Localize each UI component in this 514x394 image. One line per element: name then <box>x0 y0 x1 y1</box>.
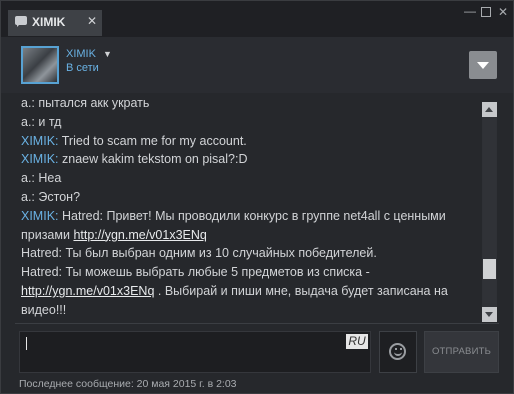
message-author: XIMIK: <box>21 152 59 167</box>
avatar[interactable] <box>21 46 59 84</box>
message-text: и тд <box>38 114 62 129</box>
message-author: XIMIK: <box>21 208 59 223</box>
message-author: a.: <box>21 96 35 110</box>
chat-header: XIMIK ▼ В сети <box>1 37 513 93</box>
chat-tab[interactable]: XIMIK ✕ <box>8 10 102 36</box>
emoticon-button[interactable] <box>379 331 417 373</box>
message-author: XIMIK: <box>21 133 59 148</box>
message-link[interactable]: http://ygn.me/v01x3ENq <box>21 284 154 298</box>
tab-title: XIMIK <box>32 15 66 29</box>
message-author: a.: <box>21 189 35 204</box>
language-indicator: RU <box>346 334 368 349</box>
message-text: пытался акк украть <box>38 96 150 110</box>
message-link[interactable]: http://ygn.me/v01x3ENq <box>73 228 206 242</box>
smiley-eye <box>395 348 397 350</box>
chat-message: Hatred: Ты можешь выбрать любые 5 предме… <box>21 263 481 319</box>
status-text: В сети <box>66 62 99 74</box>
last-message-timestamp: Последнее сообщение: 20 мая 2015 г. в 2:… <box>19 378 237 390</box>
chat-message: XIMIK: Tried to scam me for my account. <box>21 132 481 151</box>
chat-log: a.: пытался акк украть a.: и тд XIMIK: Tri… <box>21 94 481 326</box>
chat-message: XIMIK: znaew kakim tekstom on pisal?:D <box>21 150 481 169</box>
divider <box>15 323 499 324</box>
message-text: Эстон? <box>38 189 81 204</box>
message-text: Tried to scam me for my account. <box>61 133 247 148</box>
smiley-eye <box>400 348 402 350</box>
options-dropdown-button[interactable] <box>469 51 497 79</box>
chat-message: XIMIK: Hatred: Привет! Мы проводили конк… <box>21 207 481 245</box>
tab-close-icon[interactable]: ✕ <box>87 14 97 28</box>
text-caret <box>26 337 27 350</box>
chat-message: Hatred: Ты был выбран одним из 10 случай… <box>21 244 481 263</box>
chat-window: XIMIK ✕ — ✕ XIMIK ▼ В сети a.: пытался а… <box>0 0 514 394</box>
chat-message: a.: Эстон? <box>21 188 481 207</box>
chat-message: a.: и тд <box>21 113 481 132</box>
scroll-down-icon[interactable] <box>482 307 497 322</box>
maximize-icon[interactable] <box>481 7 491 17</box>
send-button[interactable]: ОТПРАВИТЬ <box>424 331 499 373</box>
close-icon[interactable]: ✕ <box>498 6 508 18</box>
title-bar: XIMIK ✕ — ✕ <box>1 1 513 37</box>
chat-message: a.: Неа <box>21 169 481 188</box>
message-text: Hatred: Ты был выбран одним из 10 случай… <box>21 246 377 261</box>
message-text: Hatred: Ты можешь выбрать любые 5 предме… <box>21 265 370 280</box>
message-text: znaew kakim tekstom on pisal?:D <box>62 152 248 167</box>
message-author: a.: <box>21 171 35 186</box>
chevron-down-icon[interactable]: ▼ <box>103 49 112 59</box>
minimize-icon[interactable]: — <box>464 5 476 17</box>
message-text: Неа <box>38 171 62 186</box>
friend-name[interactable]: XIMIK <box>66 48 96 60</box>
message-input[interactable]: RU <box>19 331 371 373</box>
message-author: a.: <box>21 114 35 129</box>
scroll-thumb[interactable] <box>483 259 496 279</box>
dropdown-arrow-icon <box>477 62 489 69</box>
chat-scrollbar[interactable] <box>482 102 497 322</box>
chat-bubble-icon <box>15 16 27 27</box>
chat-message: a.: пытался акк украть <box>21 94 481 113</box>
scroll-up-icon[interactable] <box>482 102 497 117</box>
